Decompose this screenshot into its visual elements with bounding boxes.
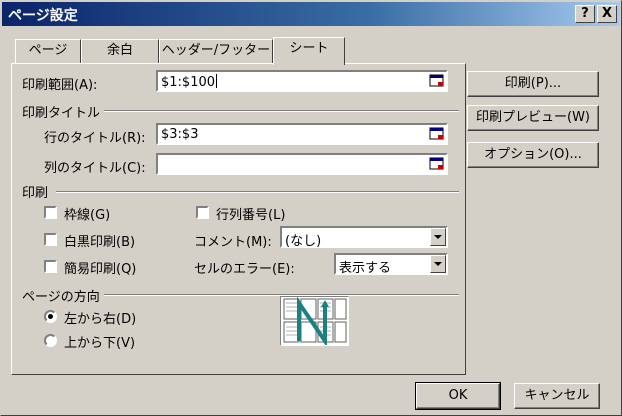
cols-repeat-input[interactable]	[156, 153, 448, 175]
print-titles-divider	[104, 110, 459, 112]
comments-value: (なし)	[285, 234, 322, 249]
help-button[interactable]: ?	[575, 5, 595, 23]
dialog-title: ページ設定	[8, 8, 78, 24]
options-button[interactable]: オプション(O)...	[467, 142, 599, 168]
close-button[interactable]: X	[597, 5, 617, 23]
comments-label: コメント(M):	[194, 235, 272, 250]
page-order-divider	[104, 294, 459, 296]
cancel-button[interactable]: キャンセル	[514, 383, 600, 409]
collapse-dialog-icon[interactable]	[429, 126, 445, 142]
cols-repeat-label: 列のタイトル(C):	[44, 161, 146, 176]
gridlines-label: 枠線(G)	[64, 208, 111, 223]
chevron-down-icon[interactable]	[430, 228, 446, 246]
cell-errors-select[interactable]: 表示する	[334, 253, 448, 276]
cell-errors-label: セルのエラー(E):	[194, 262, 295, 277]
row-col-headings-checkbox[interactable]	[196, 206, 209, 219]
tab-margins[interactable]: 余白	[81, 39, 159, 63]
cell-errors-value: 表示する	[339, 261, 392, 276]
sheet-tab-panel: 印刷範囲(A): $1:$100 印刷タイトル 行のタイトル(R): $3:$3…	[11, 63, 466, 375]
row-col-headings-label: 行列番号(L)	[216, 208, 286, 223]
print-preview-button[interactable]: 印刷プレビュー(W)	[467, 105, 599, 131]
print-area-input[interactable]: $1:$100	[156, 70, 448, 92]
draft-quality-label: 簡易印刷(Q)	[64, 262, 137, 277]
title-bar: ページ設定 ? X	[2, 2, 620, 26]
rows-repeat-value: $3:$3	[161, 127, 199, 142]
page-order-group-label: ページの方向	[22, 290, 100, 305]
print-group-label: 印刷	[22, 186, 49, 201]
print-titles-group-label: 印刷タイトル	[22, 106, 101, 121]
draft-quality-checkbox[interactable]	[44, 260, 57, 273]
tab-page[interactable]: ページ	[15, 39, 81, 63]
rows-repeat-label: 行のタイトル(R):	[44, 131, 146, 146]
comments-select[interactable]: (なし)	[280, 226, 448, 249]
print-area-label: 印刷範囲(A):	[22, 78, 98, 93]
chevron-down-icon[interactable]	[430, 255, 446, 273]
tab-header-footer[interactable]: ヘッダー/フッター	[159, 39, 273, 63]
ok-button[interactable]: OK	[415, 382, 501, 410]
black-white-checkbox[interactable]	[44, 233, 57, 246]
collapse-dialog-icon[interactable]	[429, 73, 445, 89]
rows-repeat-input[interactable]: $3:$3	[156, 123, 448, 145]
collapse-dialog-icon[interactable]	[429, 156, 445, 172]
gridlines-checkbox[interactable]	[44, 206, 57, 219]
tab-sheet[interactable]: シート	[273, 37, 345, 65]
down-then-over-radio[interactable]	[44, 310, 57, 323]
over-then-down-label: 上から下(V)	[64, 336, 136, 351]
over-then-down-radio[interactable]	[44, 334, 57, 347]
black-white-label: 白黒印刷(B)	[64, 235, 136, 250]
page-setup-dialog: ページ設定 ? X ページ 余白 ヘッダー/フッター シート 印刷範囲(A): …	[0, 0, 622, 416]
print-area-value: $1:$100	[161, 74, 218, 90]
down-then-over-label: 左から右(D)	[64, 312, 137, 327]
print-divider	[56, 191, 459, 193]
print-button[interactable]: 印刷(P)...	[467, 71, 599, 97]
